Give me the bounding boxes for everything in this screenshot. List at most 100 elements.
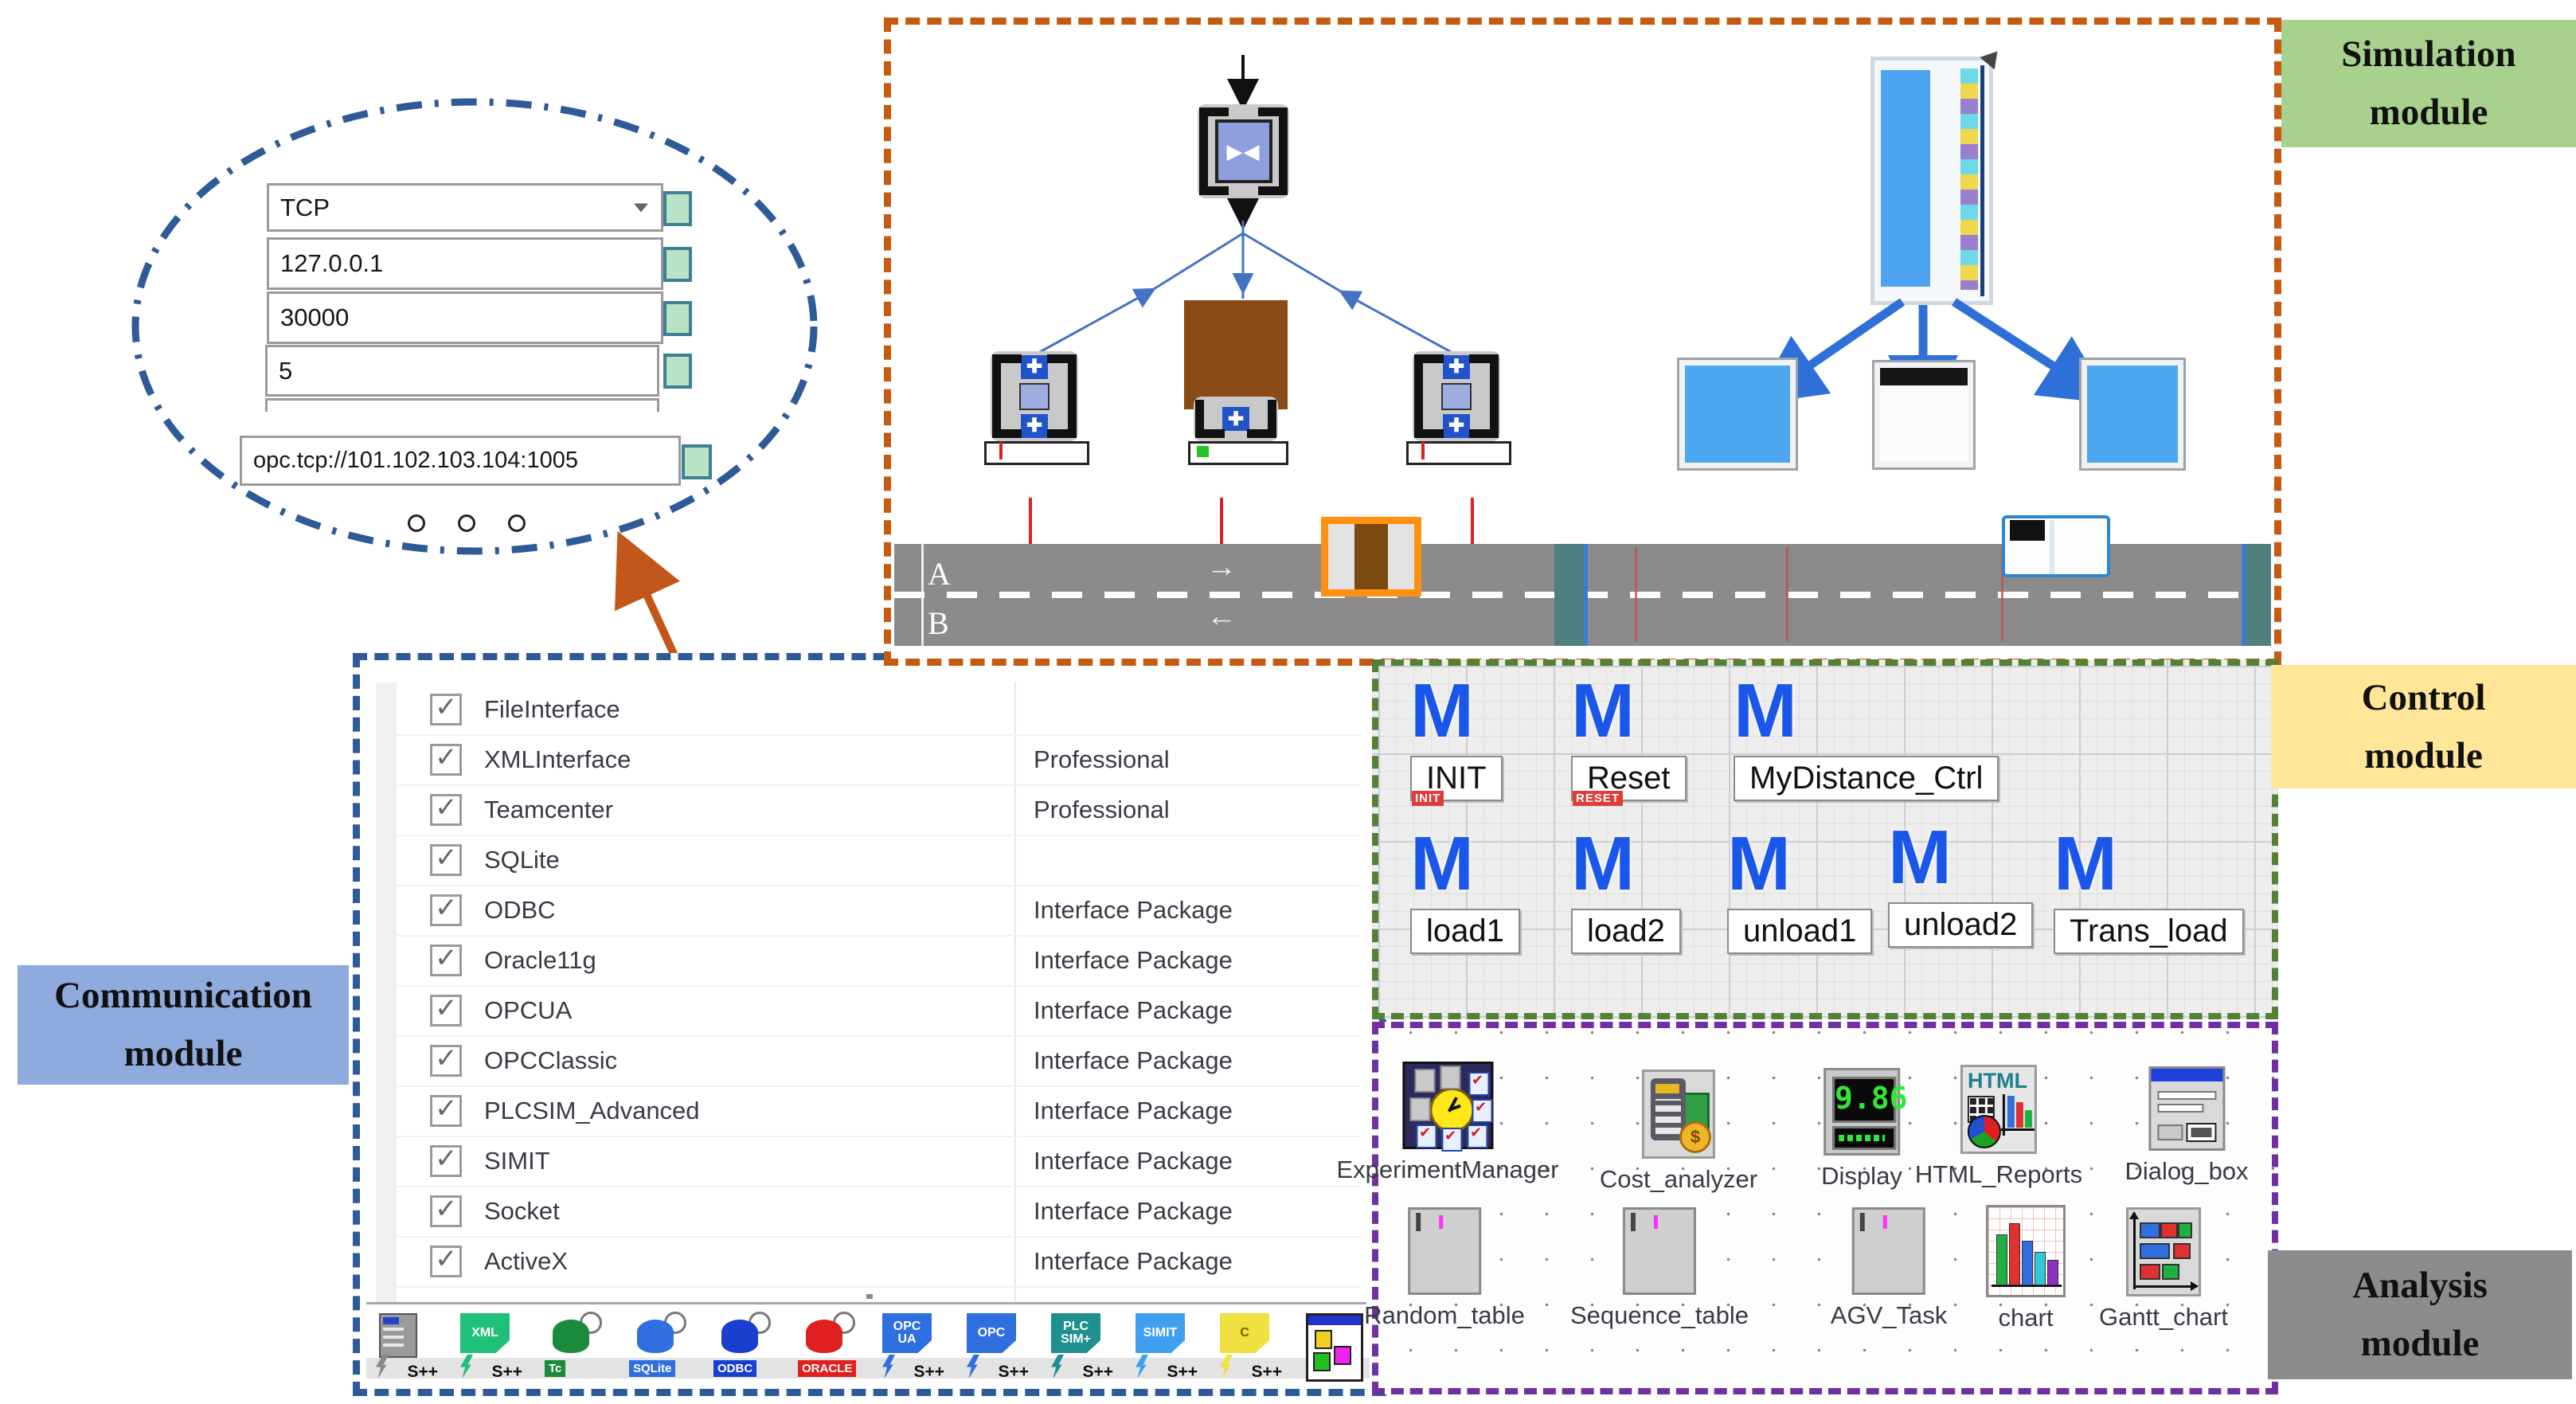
pallet-left[interactable] — [1679, 360, 1796, 468]
chart-tool[interactable]: chart — [1986, 1205, 2066, 1332]
row-checkbox[interactable] — [430, 1145, 462, 1177]
oracle-icon[interactable]: ORACLE — [793, 1312, 862, 1382]
plcsim-interface-icon[interactable]: PLC SIM+ S++ — [1046, 1312, 1115, 1382]
method-reset[interactable]: M RESET Reset — [1571, 679, 1687, 801]
row-checkbox[interactable] — [430, 1095, 462, 1127]
row-checkbox[interactable] — [430, 944, 462, 976]
table-row[interactable]: FileInterface — [397, 684, 1362, 736]
xml-interface-icon[interactable]: XML S++ — [455, 1312, 524, 1382]
dock-center[interactable] — [1188, 441, 1288, 465]
method-init[interactable]: M INIT INIT — [1410, 679, 1503, 801]
row-checkbox[interactable] — [430, 1195, 462, 1227]
method-icon[interactable]: M — [1410, 831, 1474, 898]
dialog-box-tool[interactable]: Dialog_box — [2125, 1066, 2248, 1186]
sequence-table-icon[interactable] — [1623, 1207, 1696, 1295]
cost-analyzer-tool[interactable]: $ Cost_analyzer — [1600, 1070, 1757, 1194]
enable-checkbox[interactable] — [663, 301, 692, 336]
sqlite-icon[interactable]: SQLite — [624, 1312, 693, 1382]
table-row[interactable]: ActiveX Interface Package — [397, 1236, 1362, 1288]
table-row[interactable]: SIMIT Interface Package — [397, 1136, 1362, 1187]
random-table-icon[interactable] — [1408, 1207, 1481, 1295]
table-row[interactable]: OPCClassic Interface Package — [397, 1035, 1362, 1087]
agv-2d[interactable] — [1321, 517, 1421, 596]
teamcenter-icon[interactable]: Tc — [540, 1312, 608, 1382]
high-bay-rack[interactable] — [1870, 57, 1993, 305]
display-tool[interactable]: 9.86 Display — [1821, 1068, 1902, 1191]
method-unload2[interactable]: M unload2 — [1888, 825, 2033, 948]
activex-interface-icon[interactable] — [1300, 1312, 1368, 1382]
opc-url-field[interactable]: opc.tcp://101.102.103.104:1005 — [240, 436, 681, 486]
protocol-dropdown[interactable]: TCP — [267, 183, 663, 232]
row-checkbox[interactable] — [430, 995, 462, 1027]
table-row[interactable]: Oracle11g Interface Package — [397, 935, 1362, 987]
agv-task-tool[interactable]: AGV_Task — [1831, 1207, 1947, 1330]
opc-interface-icon[interactable]: OPC S++ — [962, 1312, 1030, 1382]
table-row[interactable]: OPCUA Interface Package — [397, 985, 1362, 1037]
dialog-box-icon[interactable] — [2148, 1066, 2225, 1151]
simit-interface-icon[interactable]: SIMIT S++ — [1131, 1312, 1199, 1382]
sequence-table-tool[interactable]: Sequence_table — [1570, 1207, 1749, 1330]
enable-checkbox[interactable] — [682, 444, 712, 479]
radio-dot[interactable] — [458, 514, 475, 532]
table-row[interactable]: PLCSIM_Advanced Interface Package — [397, 1085, 1362, 1137]
partial-field[interactable] — [265, 398, 659, 412]
method-trans-load[interactable]: M Trans_load — [2054, 831, 2244, 954]
chart-icon[interactable] — [1986, 1205, 2066, 1297]
dock-left[interactable] — [984, 441, 1089, 465]
table-row[interactable]: ODBC Interface Package — [397, 885, 1362, 937]
method-icon[interactable]: M — [1571, 831, 1635, 898]
method-unload1[interactable]: M unload1 — [1727, 831, 1872, 954]
method-icon[interactable]: M — [1888, 825, 1952, 891]
pallet-right[interactable] — [2082, 360, 2183, 468]
enable-checkbox[interactable] — [663, 354, 692, 389]
row-checkbox[interactable] — [430, 794, 462, 826]
method-icon[interactable]: M — [2054, 831, 2117, 898]
splitter-grip[interactable] — [866, 1294, 873, 1299]
radio-dot[interactable] — [408, 514, 425, 532]
method-icon[interactable]: M — [1571, 679, 1635, 745]
cost-analyzer-icon[interactable]: $ — [1642, 1070, 1715, 1159]
method-icon[interactable]: M — [1727, 831, 1791, 898]
method-load2[interactable]: M load2 — [1571, 831, 1681, 954]
radio-dot[interactable] — [508, 514, 526, 532]
experiment-manager-tool[interactable]: ExperimentManager — [1336, 1062, 1558, 1184]
dropdown-caret-icon[interactable] — [634, 203, 648, 212]
method-mydistance-ctrl[interactable]: M MyDistance_Ctrl — [1734, 679, 1999, 801]
display-icon[interactable]: 9.86 — [1824, 1068, 1900, 1156]
agv-task-icon[interactable] — [1852, 1207, 1925, 1295]
gantt-chart-tool[interactable]: Gantt_chart — [2099, 1207, 2228, 1332]
file-interface-icon[interactable]: S++ — [371, 1312, 440, 1382]
table-row[interactable]: SQLite — [397, 835, 1362, 886]
gantt-chart-icon[interactable] — [2126, 1207, 2201, 1296]
row-checkbox[interactable] — [430, 1045, 462, 1077]
enable-checkbox[interactable] — [663, 191, 692, 226]
station-center[interactable] — [1194, 397, 1278, 441]
opcua-interface-icon[interactable]: OPC UA S++ — [878, 1312, 946, 1382]
port-field[interactable]: 30000 — [267, 291, 663, 344]
table-scrollbar[interactable] — [376, 682, 397, 1304]
table-row[interactable]: Socket Interface Package — [397, 1186, 1362, 1238]
source-station[interactable] — [1198, 104, 1289, 198]
odbc-icon[interactable]: ODBC — [709, 1312, 777, 1382]
count-field[interactable]: 5 — [265, 345, 659, 397]
ip-field[interactable]: 127.0.0.1 — [267, 237, 663, 290]
agv-3d[interactable] — [2002, 515, 2110, 577]
html-reports-icon[interactable]: HTML — [1960, 1065, 2037, 1154]
method-load1[interactable]: M load1 — [1410, 831, 1520, 954]
random-table-tool[interactable]: Random_table — [1364, 1207, 1525, 1330]
html-reports-tool[interactable]: HTML HTML_Reports — [1915, 1065, 2082, 1189]
station-left[interactable] — [991, 351, 1078, 441]
experiment-manager-icon[interactable] — [1402, 1062, 1493, 1149]
dock-right[interactable] — [1406, 441, 1511, 465]
table-row[interactable]: XMLInterface Professional — [397, 734, 1362, 786]
enable-checkbox[interactable] — [663, 247, 692, 282]
load-box[interactable] — [1184, 300, 1288, 409]
row-checkbox[interactable] — [430, 1246, 462, 1277]
station-right[interactable] — [1413, 351, 1500, 441]
method-icon[interactable]: M — [1734, 679, 1797, 745]
row-checkbox[interactable] — [430, 894, 462, 926]
row-checkbox[interactable] — [430, 744, 462, 776]
pallet-center[interactable] — [1874, 362, 1973, 467]
row-checkbox[interactable] — [430, 844, 462, 876]
row-checkbox[interactable] — [430, 694, 462, 725]
